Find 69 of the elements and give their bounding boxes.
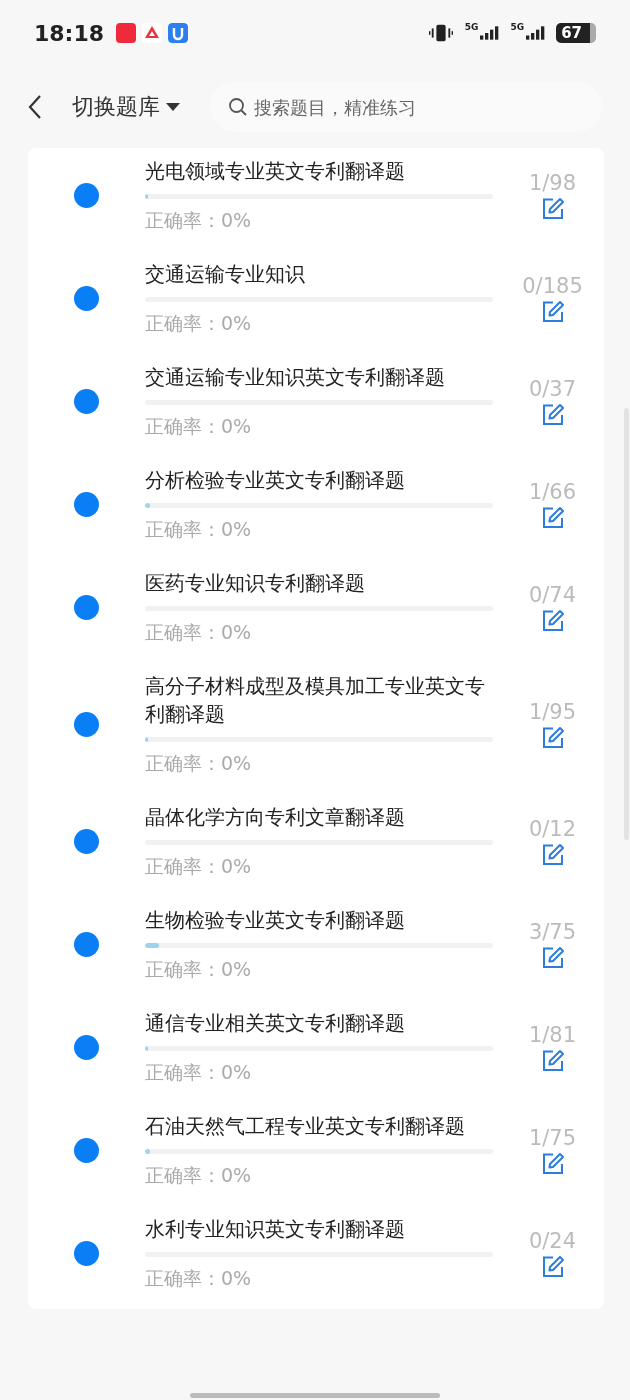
progress-count: 1/66: [528, 479, 577, 504]
accuracy-text: 正确率：0%: [145, 1060, 253, 1085]
status-dot: [74, 389, 99, 414]
edit-icon[interactable]: [540, 1254, 565, 1279]
bank-title[interactable]: 交通运输专业知识: [145, 261, 493, 289]
status-dot: [74, 595, 99, 620]
progress-count: 1/95: [528, 699, 577, 724]
edit-icon[interactable]: [540, 402, 565, 427]
signal-icon: [526, 26, 547, 40]
progress-count: 1/81: [528, 1022, 577, 1047]
accuracy-text: 正确率：0%: [145, 208, 253, 233]
app-icon: [116, 23, 137, 43]
battery-indicator: 67: [556, 23, 596, 43]
progress-count: 0/185: [522, 273, 583, 298]
progress-count: 0/24: [528, 1228, 577, 1253]
caret-icon: [166, 103, 180, 111]
progress-count: 3/75: [528, 919, 577, 944]
status-dot: [74, 1241, 99, 1266]
signal-icon: [480, 26, 501, 40]
bank-title[interactable]: 水利专业知识英文专利翻译题: [145, 1216, 493, 1244]
bank-title[interactable]: 分析检验专业英文专利翻译题: [145, 467, 493, 495]
status-dot: [74, 1035, 99, 1060]
app-icon: [168, 23, 189, 43]
accuracy-text: 正确率：0%: [145, 414, 253, 439]
progress-count: 0/12: [528, 816, 577, 841]
accuracy-text: 正确率：0%: [145, 751, 253, 776]
network-label: 5G: [464, 22, 479, 32]
edit-icon[interactable]: [540, 842, 565, 867]
accuracy-text: 正确率：0%: [145, 620, 253, 645]
accuracy-text: 正确率：0%: [145, 1163, 253, 1188]
app-icon: [142, 23, 163, 43]
bank-title[interactable]: 医药专业知识专利翻译题: [145, 570, 493, 598]
status-dot: [74, 183, 99, 208]
status-dot: [74, 932, 99, 957]
accuracy-text: 正确率：0%: [145, 1266, 253, 1291]
bank-title[interactable]: 通信专业相关英文专利翻译题: [145, 1010, 493, 1038]
bank-title[interactable]: 高分子材料成型及模具加工专业英文专利翻译题: [145, 673, 493, 729]
edit-icon[interactable]: [540, 725, 565, 750]
progress-count: 1/98: [528, 170, 577, 195]
accuracy-text: 正确率：0%: [145, 517, 253, 542]
edit-icon[interactable]: [540, 505, 565, 530]
accuracy-text: 正确率：0%: [145, 311, 253, 336]
status-dot: [74, 1138, 99, 1163]
bank-title[interactable]: 晶体化学方向专利文章翻译题: [145, 804, 493, 832]
status-time: 18:18: [34, 20, 105, 46]
bank-title[interactable]: 光电领域专业英文专利翻译题: [145, 158, 493, 186]
search-icon: [228, 97, 248, 117]
edit-icon[interactable]: [540, 299, 565, 324]
vibrate-icon: [428, 23, 453, 43]
status-dot: [74, 286, 99, 311]
bank-title[interactable]: 石油天然气工程专业英文专利翻译题: [145, 1113, 493, 1141]
status-dot: [74, 492, 99, 517]
bank-title[interactable]: 交通运输专业知识英文专利翻译题: [145, 364, 493, 392]
edit-icon[interactable]: [540, 1048, 565, 1073]
accuracy-text: 正确率：0%: [145, 854, 253, 879]
edit-icon[interactable]: [540, 608, 565, 633]
network-label: 5G: [510, 22, 525, 32]
progress-count: 0/37: [528, 376, 577, 401]
progress-count: 1/75: [528, 1125, 577, 1150]
switch-bank-dropdown[interactable]: 切换题库: [72, 92, 180, 122]
edit-icon[interactable]: [540, 1151, 565, 1176]
progress-count: 0/74: [528, 582, 577, 607]
edit-icon[interactable]: [540, 945, 565, 970]
accuracy-text: 正确率：0%: [145, 957, 253, 982]
edit-icon[interactable]: [540, 196, 565, 221]
bank-title[interactable]: 生物检验专业英文专利翻译题: [145, 907, 493, 935]
status-dot: [74, 712, 99, 737]
back-icon[interactable]: [28, 94, 42, 120]
status-dot: [74, 829, 99, 854]
